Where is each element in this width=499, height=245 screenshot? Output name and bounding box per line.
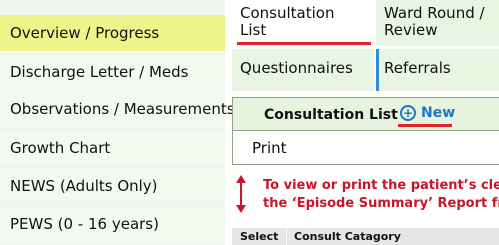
- note-line: the ‘Episode Summary’ Report fr: [263, 196, 499, 211]
- sidebar-item-label: PEWS (0 - 16 years): [10, 215, 159, 233]
- vertical-double-arrow-icon: [236, 175, 246, 213]
- tab-label: List: [240, 21, 267, 39]
- sidebar-item-label: Discharge Letter / Meds: [10, 63, 189, 81]
- sidebar-item-growth-chart[interactable]: Growth Chart: [0, 130, 225, 166]
- tab-label: Review: [384, 21, 438, 39]
- tab-ward-round-review[interactable]: Ward Round / Review: [376, 0, 499, 46]
- tab-referrals[interactable]: Referrals: [376, 49, 499, 91]
- tab-separator: [376, 49, 379, 91]
- print-label: Print: [252, 138, 287, 157]
- tab-label: Questionnaires: [240, 59, 353, 77]
- column-header-select[interactable]: Select: [240, 230, 278, 243]
- new-button-label: New: [421, 105, 456, 121]
- consultation-list-header: Consultation List + New: [232, 97, 499, 131]
- panel-title: Consultation List: [264, 107, 398, 123]
- sidebar-item-label: NEWS (Adults Only): [10, 177, 158, 195]
- tab-label: Referrals: [384, 59, 451, 77]
- plus-circle-icon: +: [400, 105, 416, 121]
- sidebar-item-discharge-letter[interactable]: Discharge Letter / Meds: [0, 54, 225, 90]
- sidebar-item-overview-progress[interactable]: Overview / Progress: [0, 15, 225, 51]
- tab-label: Ward Round /: [384, 4, 485, 22]
- new-button-underline: [398, 124, 452, 127]
- sidebar-item-news[interactable]: NEWS (Adults Only): [0, 168, 225, 204]
- tab-questionnaires[interactable]: Questionnaires: [232, 49, 374, 91]
- column-divider: [286, 228, 287, 245]
- print-button[interactable]: Print: [232, 131, 499, 165]
- note-line: To view or print the patient’s cler: [263, 178, 499, 193]
- new-consultation-button[interactable]: + New: [400, 105, 455, 121]
- sidebar: Overview / Progress Discharge Letter / M…: [0, 0, 235, 245]
- tab-consultation-list[interactable]: Consultation List: [232, 0, 374, 46]
- sidebar-item-label: Growth Chart: [10, 139, 111, 157]
- instruction-note: To view or print the patient’s cler the …: [263, 177, 499, 213]
- sidebar-item-label: Observations / Measurements: [10, 100, 235, 118]
- tab-label: Consultation: [240, 4, 335, 22]
- sidebar-item-pews[interactable]: PEWS (0 - 16 years): [0, 206, 225, 242]
- consultations-table-header: Select Consult Catagory: [232, 228, 499, 245]
- column-header-consult-category[interactable]: Consult Catagory: [294, 230, 401, 243]
- sidebar-item-observations[interactable]: Observations / Measurements: [0, 91, 235, 127]
- active-tab-indicator: [237, 42, 371, 45]
- sidebar-item-label: Overview / Progress: [10, 24, 160, 42]
